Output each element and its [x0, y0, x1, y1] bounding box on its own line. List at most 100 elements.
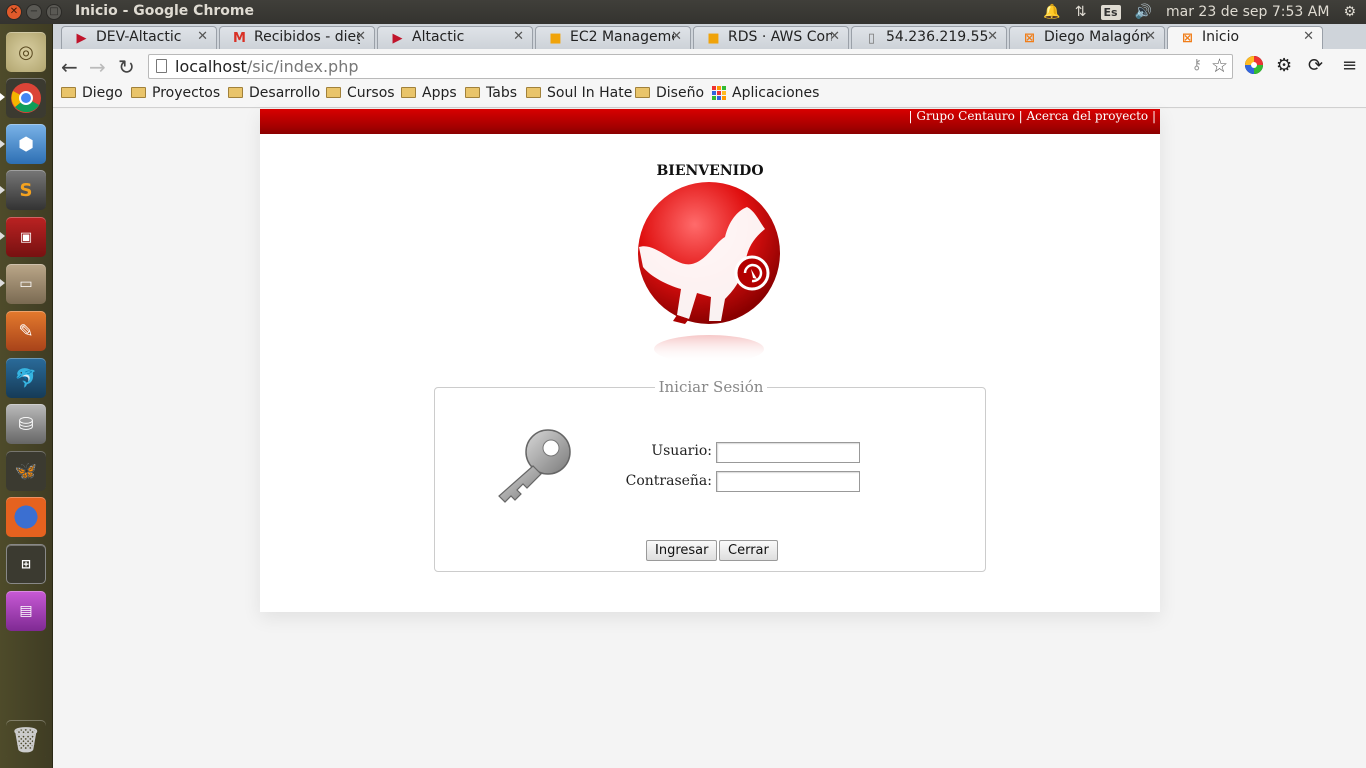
window-title: Inicio - Google Chrome [75, 3, 255, 19]
bookmark-folder[interactable]: Soul In Hate [526, 85, 632, 101]
bookmarks-bar: Diego Proyectos Desarrollo Cursos Apps T… [53, 84, 1366, 108]
browser-toolbar: ← → ↻ localhost/sic/index.php ⚷ ☆ ⚙ ⟳ ≡ [53, 49, 1366, 84]
login-page: | Grupo Centauro | Acerca del proyecto |… [260, 109, 1160, 612]
aws-cube-icon: ■ [707, 31, 720, 46]
folder-icon [61, 86, 76, 98]
close-button[interactable]: Cerrar [719, 540, 778, 561]
folder-icon [228, 86, 243, 98]
system-tray: 🔔 ⇅ Es 🔊 mar 23 de sep 7:53 AM ⚙ [1043, 0, 1356, 24]
gear-extension-icon[interactable]: ⚙ [1276, 55, 1292, 76]
altactic-icon: ▶ [76, 31, 87, 46]
tab[interactable]: ▶ Altactic ✕ [377, 26, 533, 49]
web-content: | Grupo Centauro | Acerca del proyecto |… [53, 109, 1366, 768]
xampp-icon: ⊠ [1024, 31, 1035, 46]
gmail-icon: M [233, 31, 246, 46]
keyboard-layout-indicator[interactable]: Es [1100, 4, 1121, 20]
settings-gear-icon[interactable]: ⚙ [1343, 4, 1356, 20]
folder-icon [326, 86, 341, 98]
close-tab-icon[interactable]: ✕ [1303, 29, 1314, 44]
bookmark-folder[interactable]: Diego [61, 85, 123, 101]
welcome-heading: BIENVENIDO [656, 163, 764, 179]
tab[interactable]: ▯ 54.236.219.55:40 ✕ [851, 26, 1007, 49]
database-icon[interactable]: ⛁ [6, 404, 46, 444]
firefox-icon[interactable] [6, 497, 46, 537]
files-icon[interactable]: ▭ [6, 264, 46, 304]
volume-icon[interactable]: 🔊 [1135, 4, 1152, 20]
trash-icon[interactable]: 🗑 [6, 720, 46, 760]
centauro-logo [638, 182, 780, 361]
tab[interactable]: ■ EC2 Managemen ✕ [535, 26, 691, 49]
close-tab-icon[interactable]: ✕ [197, 29, 208, 44]
tab-active[interactable]: ⊠ Inicio ✕ [1167, 26, 1323, 49]
forward-arrow-icon[interactable]: → [89, 55, 106, 79]
maximize-window-button[interactable]: □ [46, 4, 62, 20]
butterfly-app-icon[interactable]: 🦋 [6, 451, 46, 491]
virtualbox-icon[interactable]: ⬢ [6, 124, 46, 164]
reload-icon[interactable]: ↻ [118, 55, 135, 79]
aws-cube-icon: ■ [549, 31, 562, 46]
address-bar[interactable]: localhost/sic/index.php ⚷ ☆ [148, 54, 1233, 79]
chrome-icon[interactable] [6, 78, 46, 118]
xampp-icon: ⊠ [1182, 31, 1193, 46]
tab[interactable]: ⊠ Diego Malagón ✕ [1009, 26, 1165, 49]
mysql-workbench-icon[interactable]: 🐬 [6, 358, 46, 398]
url-host: localhost [175, 57, 247, 76]
minimize-window-button[interactable]: − [26, 4, 42, 20]
close-window-button[interactable]: ✕ [6, 4, 22, 20]
page-icon [156, 59, 167, 73]
back-arrow-icon[interactable]: ← [61, 55, 78, 79]
tab-strip: ▶ DEV-Altactic ✕ M Recibidos - diego ✕ ▶… [53, 24, 1366, 49]
url-path: /sic/index.php [246, 57, 359, 76]
bookmark-apps[interactable]: Aplicaciones [712, 85, 819, 101]
folder-icon [526, 86, 541, 98]
bookmark-folder[interactable]: Apps [401, 85, 457, 101]
sublime-text-icon[interactable]: S [6, 170, 46, 210]
clock[interactable]: mar 23 de sep 7:53 AM [1166, 4, 1329, 20]
tab[interactable]: ▶ DEV-Altactic ✕ [61, 26, 217, 49]
apps-grid-icon [712, 86, 726, 100]
close-tab-icon[interactable]: ✕ [829, 29, 840, 44]
unity-launcher: ◎ ⬢ S ▣ ▭ ✎ 🐬 ⛁ 🦋 ⊞ ▤ 🗑 [0, 24, 53, 768]
close-tab-icon[interactable]: ✕ [355, 29, 366, 44]
app-window-icon[interactable]: ▤ [6, 591, 46, 631]
close-tab-icon[interactable]: ✕ [671, 29, 682, 44]
tab[interactable]: ■ RDS · AWS Conso ✕ [693, 26, 849, 49]
key-icon [498, 429, 571, 503]
login-button[interactable]: Ingresar [646, 540, 718, 561]
close-tab-icon[interactable]: ✕ [987, 29, 998, 44]
bookmark-folder[interactable]: Tabs [465, 85, 517, 101]
network-arrows-icon[interactable]: ⇅ [1075, 4, 1087, 20]
chrome-menu-icon[interactable]: ≡ [1342, 55, 1357, 76]
workspace-switcher-icon[interactable]: ⊞ [6, 544, 46, 584]
bookmark-folder[interactable]: Desarrollo [228, 85, 320, 101]
system-top-bar: ✕ − □ Inicio - Google Chrome 🔔 ⇅ Es 🔊 ma… [0, 0, 1366, 24]
folder-icon [465, 86, 480, 98]
login-legend: Iniciar Sesión [435, 378, 987, 396]
page-icon: ▯ [867, 31, 876, 46]
folder-icon [401, 86, 416, 98]
bookmark-folder[interactable]: Cursos [326, 85, 395, 101]
pencil-app-icon[interactable]: ✎ [6, 311, 46, 351]
sync-extension-icon[interactable]: ⟳ [1308, 55, 1323, 76]
folder-icon [635, 86, 650, 98]
terminal-icon[interactable]: ▣ [6, 217, 46, 257]
altactic-icon: ▶ [392, 31, 403, 46]
username-input[interactable] [716, 442, 860, 463]
window-controls: ✕ − □ [6, 4, 62, 20]
bookmark-star-icon[interactable]: ☆ [1211, 55, 1228, 77]
header-links[interactable]: | Grupo Centauro | Acerca del proyecto | [909, 109, 1156, 123]
notification-bell-icon[interactable]: 🔔 [1043, 4, 1060, 20]
username-label: Usuario: [651, 443, 712, 459]
close-tab-icon[interactable]: ✕ [513, 29, 524, 44]
folder-icon [131, 86, 146, 98]
header-bar: | Grupo Centauro | Acerca del proyecto | [260, 109, 1160, 134]
password-key-icon[interactable]: ⚷ [1192, 57, 1202, 73]
password-input[interactable] [716, 471, 860, 492]
close-tab-icon[interactable]: ✕ [1145, 29, 1156, 44]
bookmark-folder[interactable]: Proyectos [131, 85, 220, 101]
login-fieldset: Iniciar Sesión Usuario: Contraseña: Ingr… [434, 378, 986, 572]
bookmark-folder[interactable]: Diseño [635, 85, 704, 101]
dash-home-icon[interactable]: ◎ [6, 32, 46, 72]
tab[interactable]: M Recibidos - diego ✕ [219, 26, 375, 49]
color-picker-extension-icon[interactable] [1244, 55, 1264, 80]
